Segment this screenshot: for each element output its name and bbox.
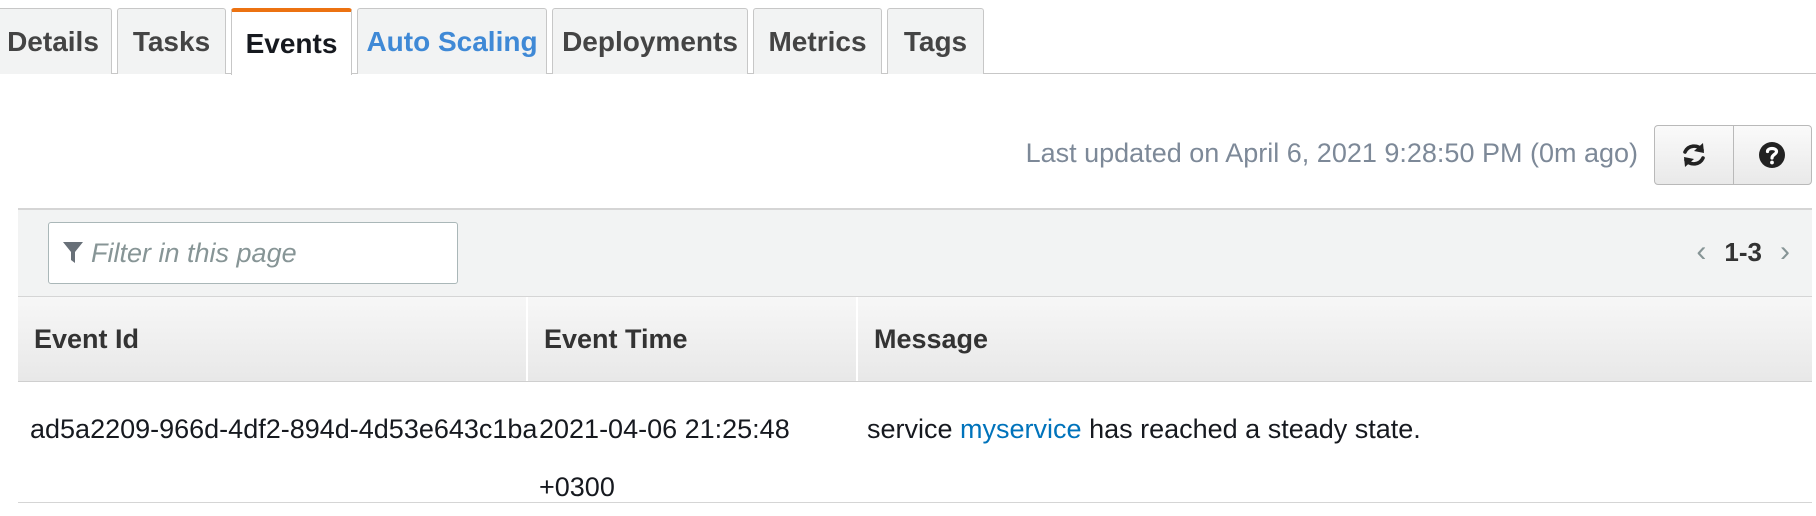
filter-bar: ‹ 1-3 › [18,210,1812,297]
tab-details[interactable]: Details [0,8,112,74]
pagination: ‹ 1-3 › [1696,232,1790,272]
event-time-date: 2021-04-06 21:25:48 [539,414,790,444]
column-header-event-time[interactable]: Event Time [526,297,856,381]
last-updated-text: Last updated on April 6, 2021 9:28:50 PM… [1025,138,1638,168]
tab-deployments[interactable]: Deployments [552,8,748,74]
filter-input[interactable] [89,236,433,270]
tab-metrics[interactable]: Metrics [753,8,882,74]
table-row: ad5a2209-966d-4df2-894d-4d53e643c1ba 202… [18,382,1812,503]
event-time-timezone: +0300 [539,472,615,502]
chevron-right-icon[interactable]: › [1780,235,1790,269]
tab-tags[interactable]: Tags [887,8,984,74]
event-time-cell: 2021-04-06 21:25:48 +0300 [539,400,790,516]
help-button[interactable] [1732,126,1812,184]
tab-bar: Details Tasks Events Auto Scaling Deploy… [0,0,1816,75]
help-icon [1759,142,1786,168]
tab-tasks[interactable]: Tasks [117,8,226,74]
column-header-message[interactable]: Message [856,297,1812,381]
refresh-icon [1682,143,1705,167]
toolbar-button-group [1654,125,1812,185]
page-range: 1-3 [1724,236,1762,267]
tab-events[interactable]: Events [231,8,352,75]
tab-auto-scaling[interactable]: Auto Scaling [357,8,547,74]
service-link[interactable]: myservice [960,414,1082,444]
chevron-left-icon[interactable]: ‹ [1696,235,1706,269]
events-table-panel: ‹ 1-3 › Event Id Event Time Message ad5a… [18,208,1812,503]
funnel-icon [63,242,83,263]
table-header: Event Id Event Time Message [18,297,1812,382]
message-prefix: service [867,414,953,444]
event-id-cell: ad5a2209-966d-4df2-894d-4d53e643c1ba [30,414,538,444]
message-cell: service myservice has reached a steady s… [867,400,1421,458]
refresh-button[interactable] [1655,126,1733,184]
filter-field[interactable] [48,222,458,284]
column-header-event-id[interactable]: Event Id [18,297,526,381]
message-suffix: has reached a steady state. [1089,414,1421,444]
